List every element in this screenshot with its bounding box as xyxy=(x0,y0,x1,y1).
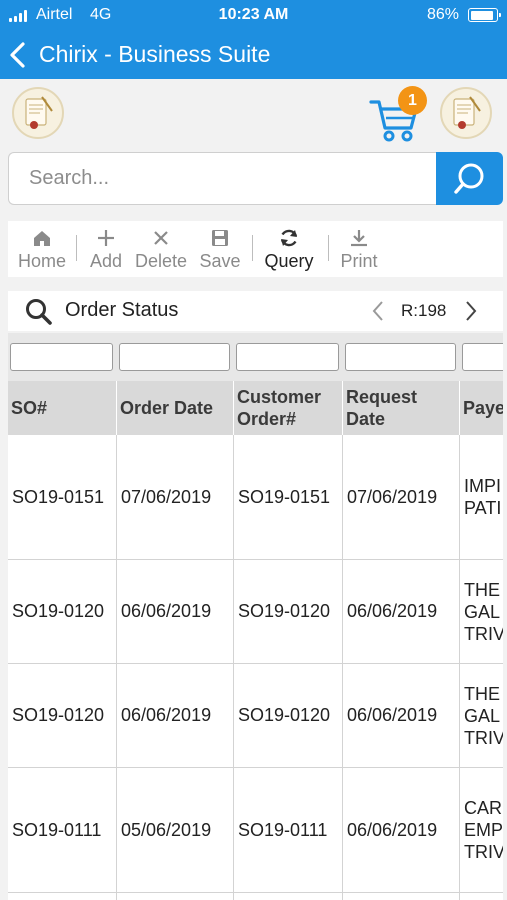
print-button[interactable]: Print xyxy=(336,221,382,277)
search-icon xyxy=(454,163,484,194)
chevron-right-icon[interactable] xyxy=(463,299,479,323)
column-header-order-date[interactable]: Order Date xyxy=(117,381,234,435)
search-input[interactable] xyxy=(8,152,437,205)
order-date-cell: 05/06/2019 xyxy=(117,768,234,892)
request-date-cell xyxy=(343,893,460,900)
customer-order-cell xyxy=(234,893,343,900)
customer-order-cell: SO19-0120 xyxy=(234,560,343,663)
company-logo xyxy=(12,87,64,139)
action-toolbar: Home Add Delete Save Query Print xyxy=(8,221,503,277)
query-label: Query xyxy=(264,251,314,271)
delete-button[interactable]: Delete xyxy=(132,221,190,277)
chevron-left-icon[interactable] xyxy=(370,299,386,323)
home-icon xyxy=(34,231,50,246)
top-bar: Airtel 4G 10:23 AM 86% Chirix - Business… xyxy=(0,0,507,79)
add-button[interactable]: Add xyxy=(84,221,128,277)
x-icon xyxy=(154,231,168,245)
battery-icon xyxy=(468,8,501,22)
column-header-so[interactable]: SO# xyxy=(8,381,117,435)
download-icon xyxy=(351,230,367,247)
order-date-cell: 07/06/2019 xyxy=(117,435,234,559)
table-row[interactable]: SO19-0120 06/06/2019 SO19-0120 06/06/201… xyxy=(8,664,503,768)
request-date-cell: 07/06/2019 xyxy=(343,435,460,559)
order-date-cell xyxy=(117,893,234,900)
so-cell: SO19-0120 xyxy=(8,664,117,767)
payee-cell: IMPI PATI xyxy=(460,435,503,559)
delete-label: Delete xyxy=(134,251,188,271)
query-button[interactable]: Query xyxy=(260,221,318,277)
plus-icon xyxy=(98,230,114,246)
customer-order-cell: SO19-0111 xyxy=(234,768,343,892)
so-cell: SO19-0111 xyxy=(8,768,117,892)
order-date-filter-input[interactable] xyxy=(119,343,230,371)
payee-filter-input[interactable] xyxy=(462,343,503,371)
customer-order-filter-input[interactable] xyxy=(236,343,339,371)
toolbar-divider xyxy=(252,235,253,261)
battery-percent: 86% xyxy=(426,6,459,23)
search-button[interactable] xyxy=(436,152,503,205)
request-date-filter-input[interactable] xyxy=(345,343,456,371)
table-row[interactable]: SO19-0120 06/06/2019 SO19-0120 06/06/201… xyxy=(8,560,503,664)
back-chevron-icon[interactable] xyxy=(8,41,28,69)
refresh-icon xyxy=(280,229,298,247)
save-label: Save xyxy=(199,251,241,271)
floppy-icon xyxy=(212,230,228,246)
user-avatar[interactable] xyxy=(440,87,492,139)
home-button[interactable]: Home xyxy=(12,221,72,277)
customer-order-cell: SO19-0151 xyxy=(234,435,343,559)
customer-order-cell: SO19-0120 xyxy=(234,664,343,767)
column-header-payee[interactable]: Paye xyxy=(460,381,503,435)
header-row: SO# Order Date Customer Order# Request D… xyxy=(8,381,503,435)
column-header-customer-order[interactable]: Customer Order# xyxy=(234,381,343,435)
home-label: Home xyxy=(17,251,66,271)
order-status-title: Order Status xyxy=(65,299,179,321)
so-cell: SO19-0151 xyxy=(8,435,117,559)
payee-cell: THE GAL TRIV xyxy=(460,664,503,767)
save-button[interactable]: Save xyxy=(196,221,244,277)
order-status-bar: Order Status R:198 xyxy=(8,291,503,331)
request-date-cell: 06/06/2019 xyxy=(343,768,460,892)
table-row[interactable] xyxy=(8,893,503,900)
column-header-request-date[interactable]: Request Date xyxy=(343,381,460,435)
status-bar: Airtel 4G 10:23 AM 86% xyxy=(0,0,507,32)
search-icon[interactable] xyxy=(24,297,54,327)
request-date-cell: 06/06/2019 xyxy=(343,664,460,767)
record-count: R:198 xyxy=(401,301,447,320)
filter-row xyxy=(8,333,503,381)
request-date-cell: 06/06/2019 xyxy=(343,560,460,663)
add-label: Add xyxy=(89,251,123,271)
order-date-cell: 06/06/2019 xyxy=(117,664,234,767)
app-title: Chirix - Business Suite xyxy=(39,41,271,67)
print-label: Print xyxy=(340,251,378,271)
so-cell: SO19-0120 xyxy=(8,560,117,663)
table-row[interactable]: SO19-0151 07/06/2019 SO19-0151 07/06/201… xyxy=(8,435,503,560)
so-filter-input[interactable] xyxy=(10,343,113,371)
table-row[interactable]: SO19-0111 05/06/2019 SO19-0111 06/06/201… xyxy=(8,768,503,893)
cart-count-badge: 1 xyxy=(398,86,427,115)
toolbar-divider xyxy=(328,235,329,261)
so-cell xyxy=(8,893,117,900)
payee-cell xyxy=(460,893,503,900)
order-date-cell: 06/06/2019 xyxy=(117,560,234,663)
payee-cell: THE GAL TRIV xyxy=(460,560,503,663)
orders-grid: SO# Order Date Customer Order# Request D… xyxy=(8,333,503,900)
toolbar-divider xyxy=(76,235,77,261)
payee-cell: CAR EMP TRIV xyxy=(460,768,503,892)
